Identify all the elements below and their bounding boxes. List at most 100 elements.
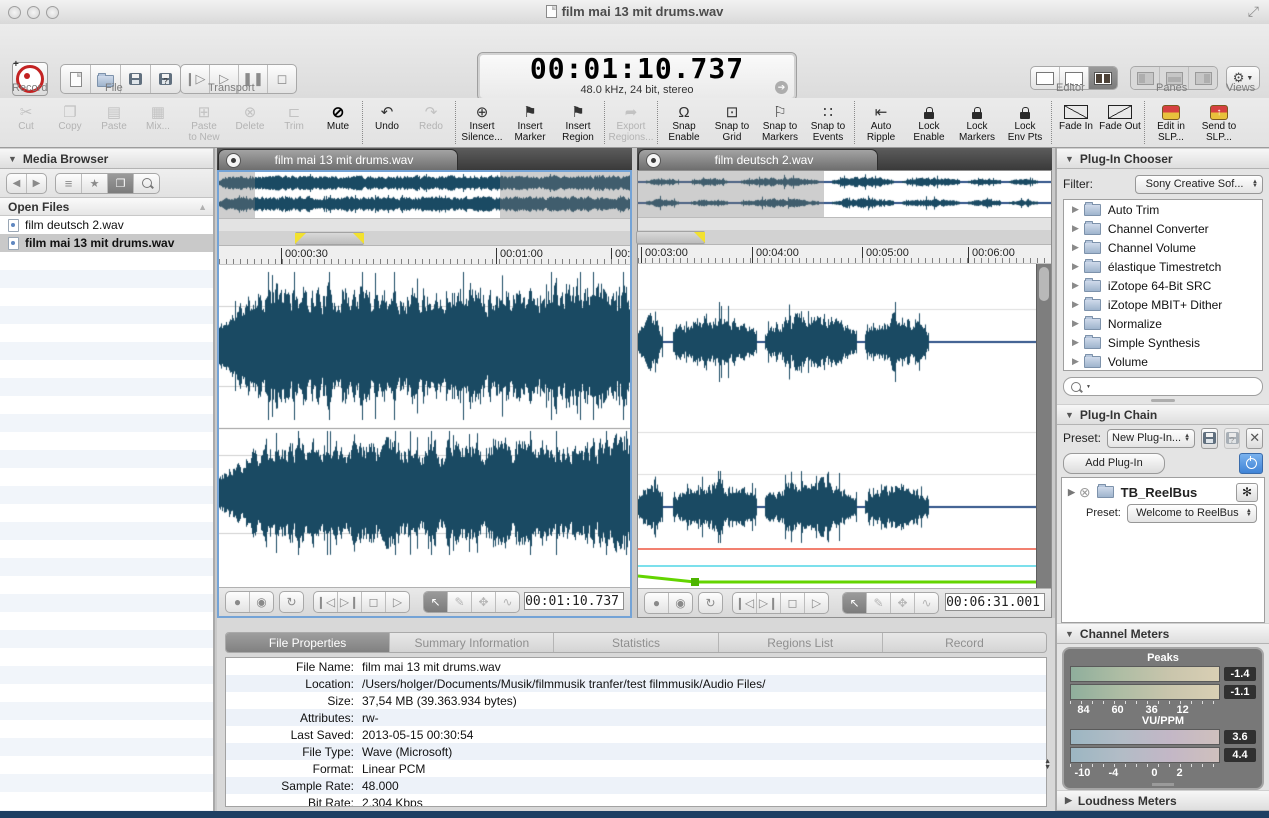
scrollbar-thumb[interactable] <box>1039 267 1049 301</box>
waveform-editor[interactable] <box>638 264 1051 588</box>
export-regions-button[interactable]: ➦Export Regions... <box>607 98 655 147</box>
volume-envelope[interactable] <box>638 264 1037 588</box>
insert-silence-button[interactable]: ⊕Insert Silence... <box>458 98 506 147</box>
fullscreen-icon[interactable]: ⤢ <box>1248 3 1259 20</box>
disclosure-triangle-icon[interactable]: ▶ <box>1072 356 1079 367</box>
editor-split-view-button[interactable] <box>1089 67 1117 89</box>
copy-button[interactable]: ❐Copy <box>48 98 92 147</box>
time-display[interactable]: 00:01:10.737 48.0 kHz, 24 bit, stereo ➔ <box>477 52 797 101</box>
waveform-overview[interactable] <box>638 171 1051 218</box>
plugin-item[interactable]: ▶Auto Trim <box>1064 200 1262 219</box>
selection-time-readout[interactable]: 00:06:31.001 <box>945 593 1045 611</box>
delete-preset-button[interactable]: ✕ <box>1246 428 1263 449</box>
channel-meters-header[interactable]: ▼ Channel Meters <box>1057 623 1269 644</box>
open-file-item[interactable]: film deutsch 2.wav <box>0 216 213 234</box>
pane-right-button[interactable] <box>1189 67 1217 89</box>
plugin-item[interactable]: ▶Channel Volume <box>1064 238 1262 257</box>
stop-button[interactable]: ◻ <box>362 592 386 612</box>
time-display-arrow-icon[interactable]: ➔ <box>775 81 788 94</box>
tab-statistics[interactable]: Statistics <box>554 633 718 652</box>
record-indicator-icon[interactable] <box>646 153 661 168</box>
edit-tool-button[interactable]: ↖ <box>424 592 448 612</box>
time-ruler[interactable]: 00:03:0000:04:0000:05:0000:06:00 <box>638 245 1051 264</box>
plugin-item[interactable]: ▶Channel Converter <box>1064 219 1262 238</box>
go-to-start-button[interactable]: ❙◁ <box>733 593 757 613</box>
snap-enable-button[interactable]: ΩSnap Enable <box>660 98 708 147</box>
auto-ripple-button[interactable]: ⇤Auto Ripple <box>857 98 905 147</box>
play-button[interactable]: ▷ <box>805 593 828 613</box>
plugin-item[interactable]: ▶Simple Synthesis <box>1064 333 1262 352</box>
record-arm-button[interactable]: ● <box>226 592 250 612</box>
plugin-settings-button[interactable]: ✻ <box>1236 483 1258 502</box>
back-button[interactable]: ◀ <box>7 174 27 193</box>
save-preset-button[interactable] <box>1201 428 1218 449</box>
open-files-button[interactable]: ❐ <box>108 174 134 193</box>
tab-file-properties[interactable]: File Properties <box>226 633 390 652</box>
chain-bypass-power-button[interactable] <box>1239 453 1263 474</box>
loop-playback-button[interactable]: ↻ <box>280 592 303 612</box>
new-file-button[interactable] <box>61 65 91 93</box>
plugin-item[interactable]: ▶élastique Timestretch <box>1064 257 1262 276</box>
sample-rate-stepper[interactable]: ▲▼ <box>1044 759 1051 771</box>
media-browser-header[interactable]: ▼ Media Browser <box>0 148 213 169</box>
edit-tool-button[interactable]: ↖ <box>843 593 867 613</box>
disclosure-triangle-icon[interactable]: ▶ <box>1072 223 1079 234</box>
record-button[interactable]: ◉ <box>669 593 692 613</box>
envelope-point[interactable] <box>691 578 699 586</box>
go-to-start-button[interactable]: ❙◁ <box>314 592 338 612</box>
hand-tool-button[interactable]: ✥ <box>472 592 496 612</box>
disclosure-triangle-icon[interactable]: ▶ <box>1072 299 1079 310</box>
send-to-slp-button[interactable]: Send to SLP... <box>1195 98 1243 147</box>
loop-region-bar[interactable] <box>638 230 1051 245</box>
loop-end-handle[interactable] <box>694 232 705 243</box>
loudness-meters-header[interactable]: ▶ Loudness Meters <box>1057 790 1269 811</box>
insert-marker-button[interactable]: ⚑Insert Marker <box>506 98 554 147</box>
plugin-search-field[interactable]: ▼ <box>1063 377 1263 396</box>
edit-in-slp-button[interactable]: Edit in SLP... <box>1147 98 1195 147</box>
waveform-editor[interactable] <box>219 265 630 587</box>
open-file-item[interactable]: film mai 13 mit drums.wav <box>0 234 213 252</box>
vertical-scrollbar[interactable] <box>1036 264 1051 588</box>
disclosure-triangle-icon[interactable]: ▶ <box>1072 261 1079 272</box>
save-file-button[interactable] <box>121 65 151 93</box>
disclosure-triangle-icon[interactable]: ▶ <box>1072 337 1079 348</box>
stop-button[interactable]: ◻ <box>781 593 805 613</box>
forward-button[interactable]: ▶ <box>27 174 46 193</box>
record-arm-button[interactable]: ● <box>645 593 669 613</box>
chain-preset-dropdown[interactable]: New Plug-In... ▲▼ <box>1107 429 1195 448</box>
go-to-end-button[interactable]: ▷❙ <box>757 593 781 613</box>
tab-record[interactable]: Record <box>883 633 1046 652</box>
insert-region-button[interactable]: ⚑Insert Region <box>554 98 602 147</box>
disclosure-triangle-icon[interactable]: ▶ <box>1072 280 1079 291</box>
open-files-column-header[interactable]: Open Files ▲ <box>0 198 213 216</box>
snap-to-grid-button[interactable]: ⊡Snap to Grid <box>708 98 756 147</box>
disclosure-triangle-icon[interactable]: ▶ <box>1068 487 1075 498</box>
tab-summary-information[interactable]: Summary Information <box>390 633 554 652</box>
fade-out-button[interactable]: Fade Out <box>1098 98 1142 147</box>
loop-region[interactable] <box>295 232 364 245</box>
pencil-tool-button[interactable]: ✎ <box>448 592 472 612</box>
loop-region[interactable] <box>636 231 705 244</box>
play-button[interactable]: ▷ <box>386 592 409 612</box>
lock-markers-button[interactable]: Lock Markers <box>953 98 1001 147</box>
loop-region-bar[interactable] <box>219 231 630 246</box>
tab-film-deutsch[interactable]: film deutsch 2.wav <box>638 149 878 170</box>
time-ruler[interactable]: 00:00:3000:01:0000:01: <box>219 246 630 265</box>
snap-to-events-button[interactable]: ∷Snap to Events <box>804 98 852 147</box>
cut-button[interactable]: ✂Cut <box>4 98 48 147</box>
save-as-button[interactable] <box>151 65 180 93</box>
record-indicator-icon[interactable] <box>226 153 241 168</box>
plugin-chooser-header[interactable]: ▼ Plug-In Chooser <box>1057 148 1269 169</box>
plugin-item[interactable]: ▶iZotope MBIT+ Dither <box>1064 295 1262 314</box>
fade-in-button[interactable]: Fade In <box>1054 98 1098 147</box>
plugin-chain-header[interactable]: ▼ Plug-In Chain <box>1057 404 1269 425</box>
tab-film-mai[interactable]: film mai 13 mit drums.wav <box>218 149 458 170</box>
selection-time-readout[interactable]: 00:01:10.737 <box>524 592 624 610</box>
envelope-tool-button[interactable]: ∿ <box>915 593 938 613</box>
disclosure-triangle-icon[interactable]: ▶ <box>1072 204 1079 215</box>
disclosure-triangle-icon[interactable]: ▶ <box>1072 318 1079 329</box>
disclosure-triangle-icon[interactable]: ▶ <box>1072 242 1079 253</box>
item-preset-dropdown[interactable]: Welcome to ReelBus ▲▼ <box>1127 504 1257 523</box>
add-plugin-button[interactable]: Add Plug-In <box>1063 453 1165 474</box>
play-all-button[interactable]: ❙▷ <box>181 65 210 93</box>
